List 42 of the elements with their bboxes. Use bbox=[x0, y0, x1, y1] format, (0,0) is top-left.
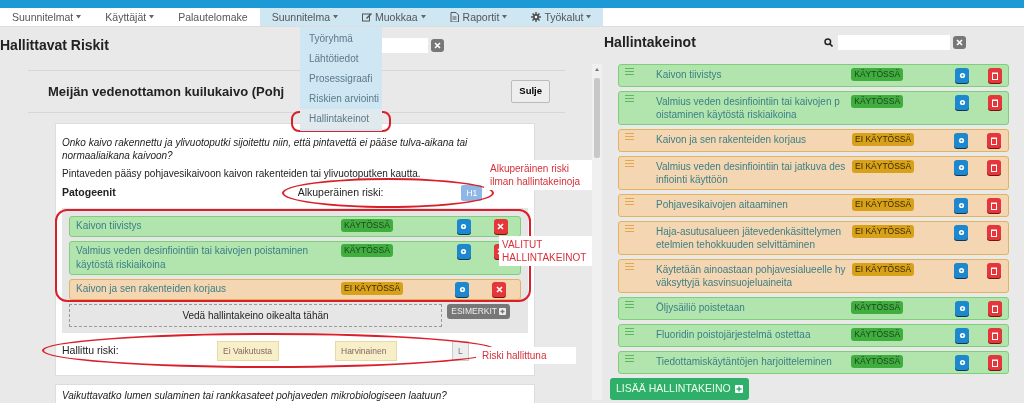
measure-label: Valmius veden desinfiointiin tai jatkuva desinfiointi käyttöön bbox=[656, 160, 846, 186]
measure-label: Kaivon ja sen rakenteiden korjaus bbox=[656, 133, 808, 146]
status-badge: EI KÄYTÖSSÄ bbox=[852, 160, 915, 173]
status-badge: KÄYTÖSSÄ bbox=[341, 219, 393, 232]
status-badge: EI KÄYTÖSSÄ bbox=[852, 263, 915, 276]
risk-level-badge: L bbox=[452, 340, 469, 362]
status-badge: EI KÄYTÖSSÄ bbox=[852, 198, 915, 211]
status-badge: EI KÄYTÖSSÄ bbox=[852, 225, 915, 238]
status-badge: KÄYTÖSSÄ bbox=[851, 301, 904, 314]
status-badge: KÄYTÖSSÄ bbox=[341, 244, 393, 257]
annotation-tooltip: Alkuperäinen riski ilman hallintakeinoja bbox=[484, 160, 592, 190]
panel-title: Hallittavat Riskit bbox=[0, 36, 109, 55]
risk-value-field: Harvinainen bbox=[335, 340, 397, 362]
risk-value-field: Ei Vaikutusta bbox=[217, 340, 279, 362]
field-label: Alkuperäinen riski: bbox=[297, 185, 384, 201]
annotation-tooltip: Riski hallittuna bbox=[476, 347, 576, 364]
measure-label: Käytetään ainoastaan pohjavesialueelle hyväksyttyjä kasvinsuojeluaineita bbox=[656, 263, 846, 289]
status-badge: KÄYTÖSSÄ bbox=[851, 68, 904, 81]
section-label: Patogeenit bbox=[62, 185, 116, 201]
risk-badge: H1 bbox=[461, 184, 483, 202]
measure-label: Öljysäiliö poistetaan bbox=[655, 301, 746, 314]
measure-label: Kaivon tiivistys bbox=[655, 68, 723, 81]
measure-label: Valmius veden desinfiointiin tai kaivojen poistaminen käytöstä riskiaikoina bbox=[655, 95, 841, 121]
status-badge: EI KÄYTÖSSÄ bbox=[852, 133, 915, 146]
annotation-tooltip: VALITUT HALLINTAKEINOT bbox=[499, 236, 592, 266]
status-badge: KÄYTÖSSÄ bbox=[851, 328, 904, 341]
measure-label: Pohjavesikaivojen aitaaminen bbox=[656, 198, 789, 211]
status-badge: EI KÄYTÖSSÄ bbox=[341, 282, 404, 295]
measure-label: Kaivon tiivistys bbox=[76, 219, 143, 233]
status-badge: KÄYTÖSSÄ bbox=[851, 95, 904, 108]
question-text: Onko kaivo rakennettu ja ylivuotoputki sijoitettu niin, että pintavettä ei pääse tulva-aikana tai normaaliaikana kaivoon? bbox=[62, 136, 469, 162]
panel-title: Hallintakeinot bbox=[604, 33, 696, 52]
measure-label: Haja-asutusalueen jätevedenkäsittelymenetelmien tehokkuuden selvittäminen bbox=[656, 225, 843, 251]
measure-label: Fluoridin poistojärjestelmä ostettaa bbox=[655, 328, 812, 341]
measure-label: Valmius veden desinfiointiin tai kaivojen poistaminen käytöstä riskiaikoina bbox=[76, 244, 310, 272]
status-badge: KÄYTÖSSÄ bbox=[851, 355, 904, 368]
measure-label: Tiedottamiskäytäntöjen harjoitteleminen bbox=[655, 355, 833, 368]
modal-title: Meijän vedenottamon kuilukaivo (Pohj bbox=[48, 82, 285, 101]
measure-label: Kaivon ja sen rakenteiden korjaus bbox=[76, 282, 228, 296]
description-text: Pintaveden pääsy pohjavesikaivoon kaivon rakenteiden tai ylivuotoputken kautta. bbox=[62, 167, 421, 181]
question-text: Vaikuttavatko lumen sulaminen tai rankkasateet pohjaveden mikrobiologiseen laatuun? bbox=[62, 389, 448, 402]
field-label: Hallittu riski: bbox=[62, 343, 120, 359]
